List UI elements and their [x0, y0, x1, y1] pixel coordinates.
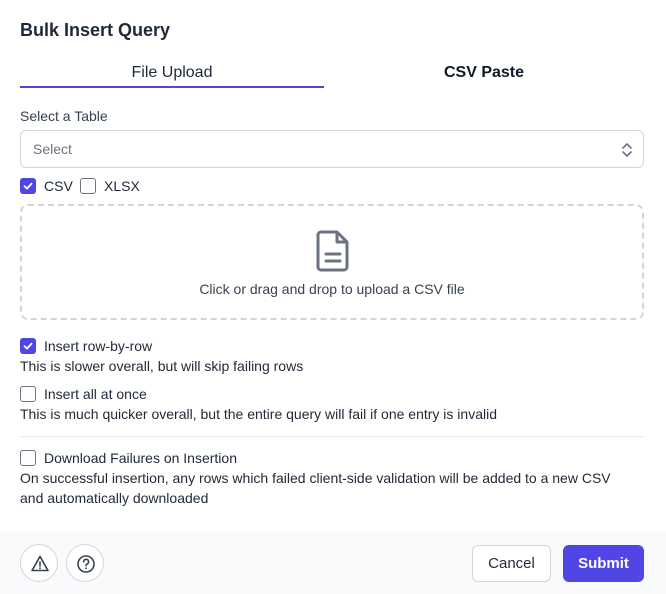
dropzone-text: Click or drag and drop to upload a CSV f…: [199, 281, 465, 297]
chevron-up-down-icon: [622, 143, 632, 157]
tab-csv-paste[interactable]: CSV Paste: [324, 60, 644, 88]
warning-button[interactable]: [20, 544, 58, 582]
file-icon: [316, 230, 349, 272]
table-select-placeholder: Select: [33, 141, 72, 157]
help-icon: [77, 555, 95, 573]
submit-button[interactable]: Submit: [563, 545, 644, 582]
bulk-insert-dialog: Bulk Insert Query File Upload CSV Paste …: [0, 0, 666, 594]
xlsx-label: XLSX: [104, 178, 140, 194]
file-dropzone[interactable]: Click or drag and drop to upload a CSV f…: [20, 204, 644, 320]
row-by-row-checkbox[interactable]: [20, 338, 36, 354]
table-select[interactable]: Select: [20, 130, 644, 168]
checkmark-icon: [23, 342, 33, 350]
download-failures-label: Download Failures on Insertion: [44, 450, 237, 466]
divider: [20, 436, 644, 437]
all-at-once-checkbox[interactable]: [20, 386, 36, 402]
warning-icon: [31, 555, 49, 572]
download-failures-checkbox[interactable]: [20, 450, 36, 466]
cancel-button[interactable]: Cancel: [472, 545, 551, 582]
row-by-row-description: This is slower overall, but will skip fa…: [20, 358, 304, 374]
dialog-footer: Cancel Submit: [0, 532, 666, 594]
select-table-label: Select a Table: [20, 108, 108, 124]
tab-bar: File Upload CSV Paste: [20, 60, 644, 90]
download-failures-description-line1: On successful insertion, any rows which …: [20, 470, 611, 486]
all-at-once-description: This is much quicker overall, but the en…: [20, 406, 497, 422]
checkmark-icon: [23, 182, 33, 190]
all-at-once-label: Insert all at once: [44, 386, 147, 402]
download-failures-description-line2: and automatically downloaded: [20, 490, 209, 506]
csv-label: CSV: [44, 178, 73, 194]
csv-checkbox[interactable]: [20, 178, 36, 194]
dialog-title: Bulk Insert Query: [20, 20, 171, 40]
tab-file-upload[interactable]: File Upload: [20, 60, 324, 88]
help-button[interactable]: [66, 544, 104, 582]
row-by-row-label: Insert row-by-row: [44, 338, 153, 354]
xlsx-checkbox[interactable]: [80, 178, 96, 194]
